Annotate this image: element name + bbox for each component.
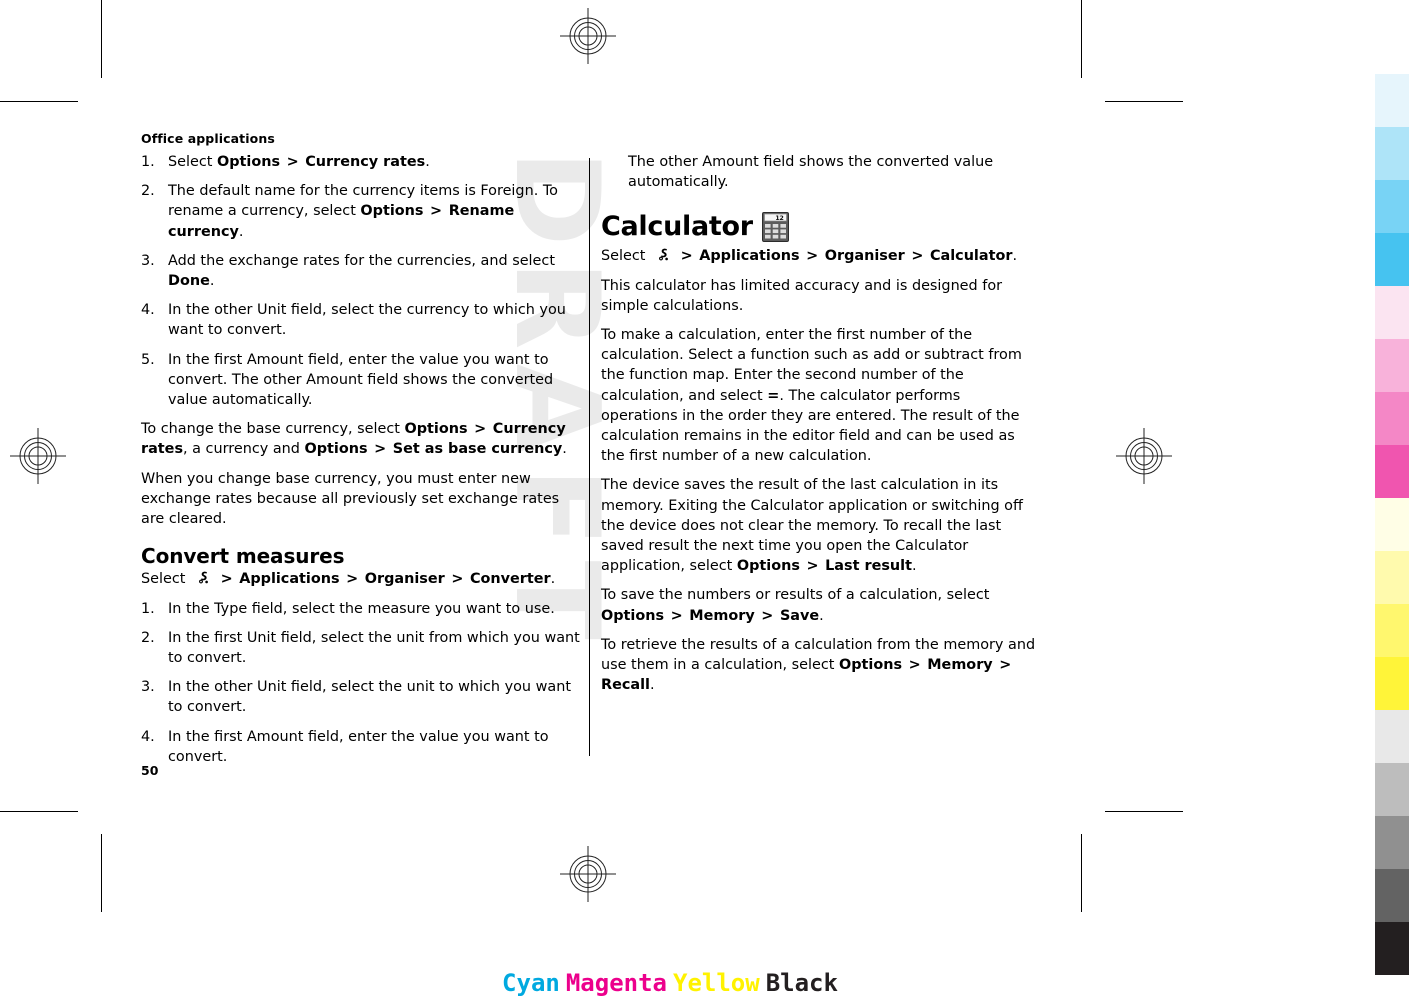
step-number: 1. xyxy=(141,154,155,170)
cmyk-legend: Cyan Magenta Yellow Black xyxy=(0,969,1340,997)
running-head: Office applications xyxy=(141,131,275,146)
step-item: 5. In the first Amount field, enter the v… xyxy=(141,350,581,411)
cmyk-legend-black: Black xyxy=(765,969,838,997)
step-number: 5. xyxy=(141,351,155,368)
step-text: In the other Unit field, select the unit… xyxy=(168,679,571,716)
paragraph-rates-cleared: When you change base currency, you must … xyxy=(141,470,560,528)
paragraph-step-continuation: The other Amount field shows the convert… xyxy=(628,154,994,191)
step-item: 1. Select Options > Currency rates. xyxy=(141,152,581,172)
cmyk-legend-yellow: Yellow xyxy=(673,969,760,997)
page-body: Office applications 1. Select Options > C… xyxy=(0,0,1409,1003)
color-swatch-magenta-2 xyxy=(1375,339,1409,392)
step-text: In the first Unit field, select the unit… xyxy=(168,629,580,667)
left-column: 1. Select Options > Currency rates. 2. The … xyxy=(141,152,581,776)
heading-convert-measures: Convert measures xyxy=(141,544,345,569)
step-number: 4. xyxy=(141,728,155,745)
color-swatch-magenta-4 xyxy=(1375,445,1409,498)
step-number: 2. xyxy=(141,629,155,646)
color-swatch-black-2 xyxy=(1375,763,1409,816)
svg-text:12: 12 xyxy=(775,214,783,222)
color-swatch-black-5 xyxy=(1375,922,1409,975)
heading-calculator-label: Calculator xyxy=(601,211,753,243)
calculator-icon: 12 xyxy=(761,212,789,243)
currency-rates-step-list: 1. Select Options > Currency rates. 2. The … xyxy=(141,152,581,410)
calculator-paragraph: This calculator has limited accuracy and… xyxy=(601,277,1003,314)
step-number: 3. xyxy=(141,679,155,696)
color-swatch-cyan-1 xyxy=(1375,74,1409,127)
step-number: 4. xyxy=(141,302,155,319)
step-text: Select Options > Currency rates. xyxy=(168,154,430,170)
step-text: The default name for the currency items … xyxy=(168,183,558,240)
color-swatch-yellow-3 xyxy=(1375,604,1409,657)
color-swatch-cyan-4 xyxy=(1375,233,1409,286)
color-swatch-black-4 xyxy=(1375,869,1409,922)
cmyk-legend-cyan: Cyan xyxy=(502,969,560,997)
step-item: 1. In the Type field, select the measure … xyxy=(141,599,581,619)
step-text: In the first Amount field, enter the val… xyxy=(168,351,554,409)
step-item: 3. Add the exchange rates for the currenc… xyxy=(141,251,581,291)
converter-select-path: Select > Applications > Organiser > Conv… xyxy=(141,570,556,588)
color-control-strip xyxy=(1375,0,1409,1003)
menu-key-icon xyxy=(654,247,670,263)
step-text: Add the exchange rates for the currencie… xyxy=(168,252,555,290)
color-swatch-cyan-3 xyxy=(1375,180,1409,233)
calculator-paragraph: To save the numbers or results of a calc… xyxy=(601,587,990,624)
calculator-select-path: Select > Applications > Organiser > Calc… xyxy=(601,247,1018,265)
color-swatch-magenta-1 xyxy=(1375,286,1409,339)
color-swatch-black-1 xyxy=(1375,710,1409,763)
color-swatch-magenta-3 xyxy=(1375,392,1409,445)
color-swatch-black-3 xyxy=(1375,816,1409,869)
color-swatch-cyan-2 xyxy=(1375,127,1409,180)
step-number: 2. xyxy=(141,183,155,200)
calculator-paragraph: The device saves the result of the last … xyxy=(601,477,1023,575)
heading-calculator: Calculator 12 xyxy=(601,211,1041,243)
step-item: 2. In the first Unit field, select the un… xyxy=(141,628,581,668)
menu-key-icon xyxy=(194,570,210,586)
step-item: 2. The default name for the currency item… xyxy=(141,181,581,242)
paragraph-base-currency: To change the base currency, select Opti… xyxy=(141,421,567,458)
step-item: 4. In the other Unit field, select the cu… xyxy=(141,300,581,340)
calculator-paragraph-list: This calculator has limited accuracy and… xyxy=(601,276,1041,696)
step-number: 1. xyxy=(141,600,155,617)
step-item: 3. In the other Unit field, select the un… xyxy=(141,677,581,717)
page-number: 50 xyxy=(141,763,159,778)
color-swatch-yellow-1 xyxy=(1375,498,1409,551)
color-swatch-yellow-2 xyxy=(1375,551,1409,604)
color-swatch-yellow-4 xyxy=(1375,657,1409,710)
right-column: The other Amount field shows the convert… xyxy=(601,152,1041,704)
calculator-paragraph: To make a calculation, enter the first n… xyxy=(601,327,1022,465)
calculator-paragraph: To retrieve the results of a calculation… xyxy=(601,636,1036,694)
step-number: 3. xyxy=(141,252,155,269)
convert-measures-step-list: 1. In the Type field, select the measure … xyxy=(141,599,581,767)
cmyk-legend-magenta: Magenta xyxy=(565,969,667,997)
step-text: In the other Unit field, select the curr… xyxy=(168,302,566,339)
step-text: In the first Amount field, enter the val… xyxy=(168,728,549,765)
step-text: In the Type field, select the measure yo… xyxy=(168,600,555,617)
step-item: 4. In the first Amount field, enter the v… xyxy=(141,727,581,767)
